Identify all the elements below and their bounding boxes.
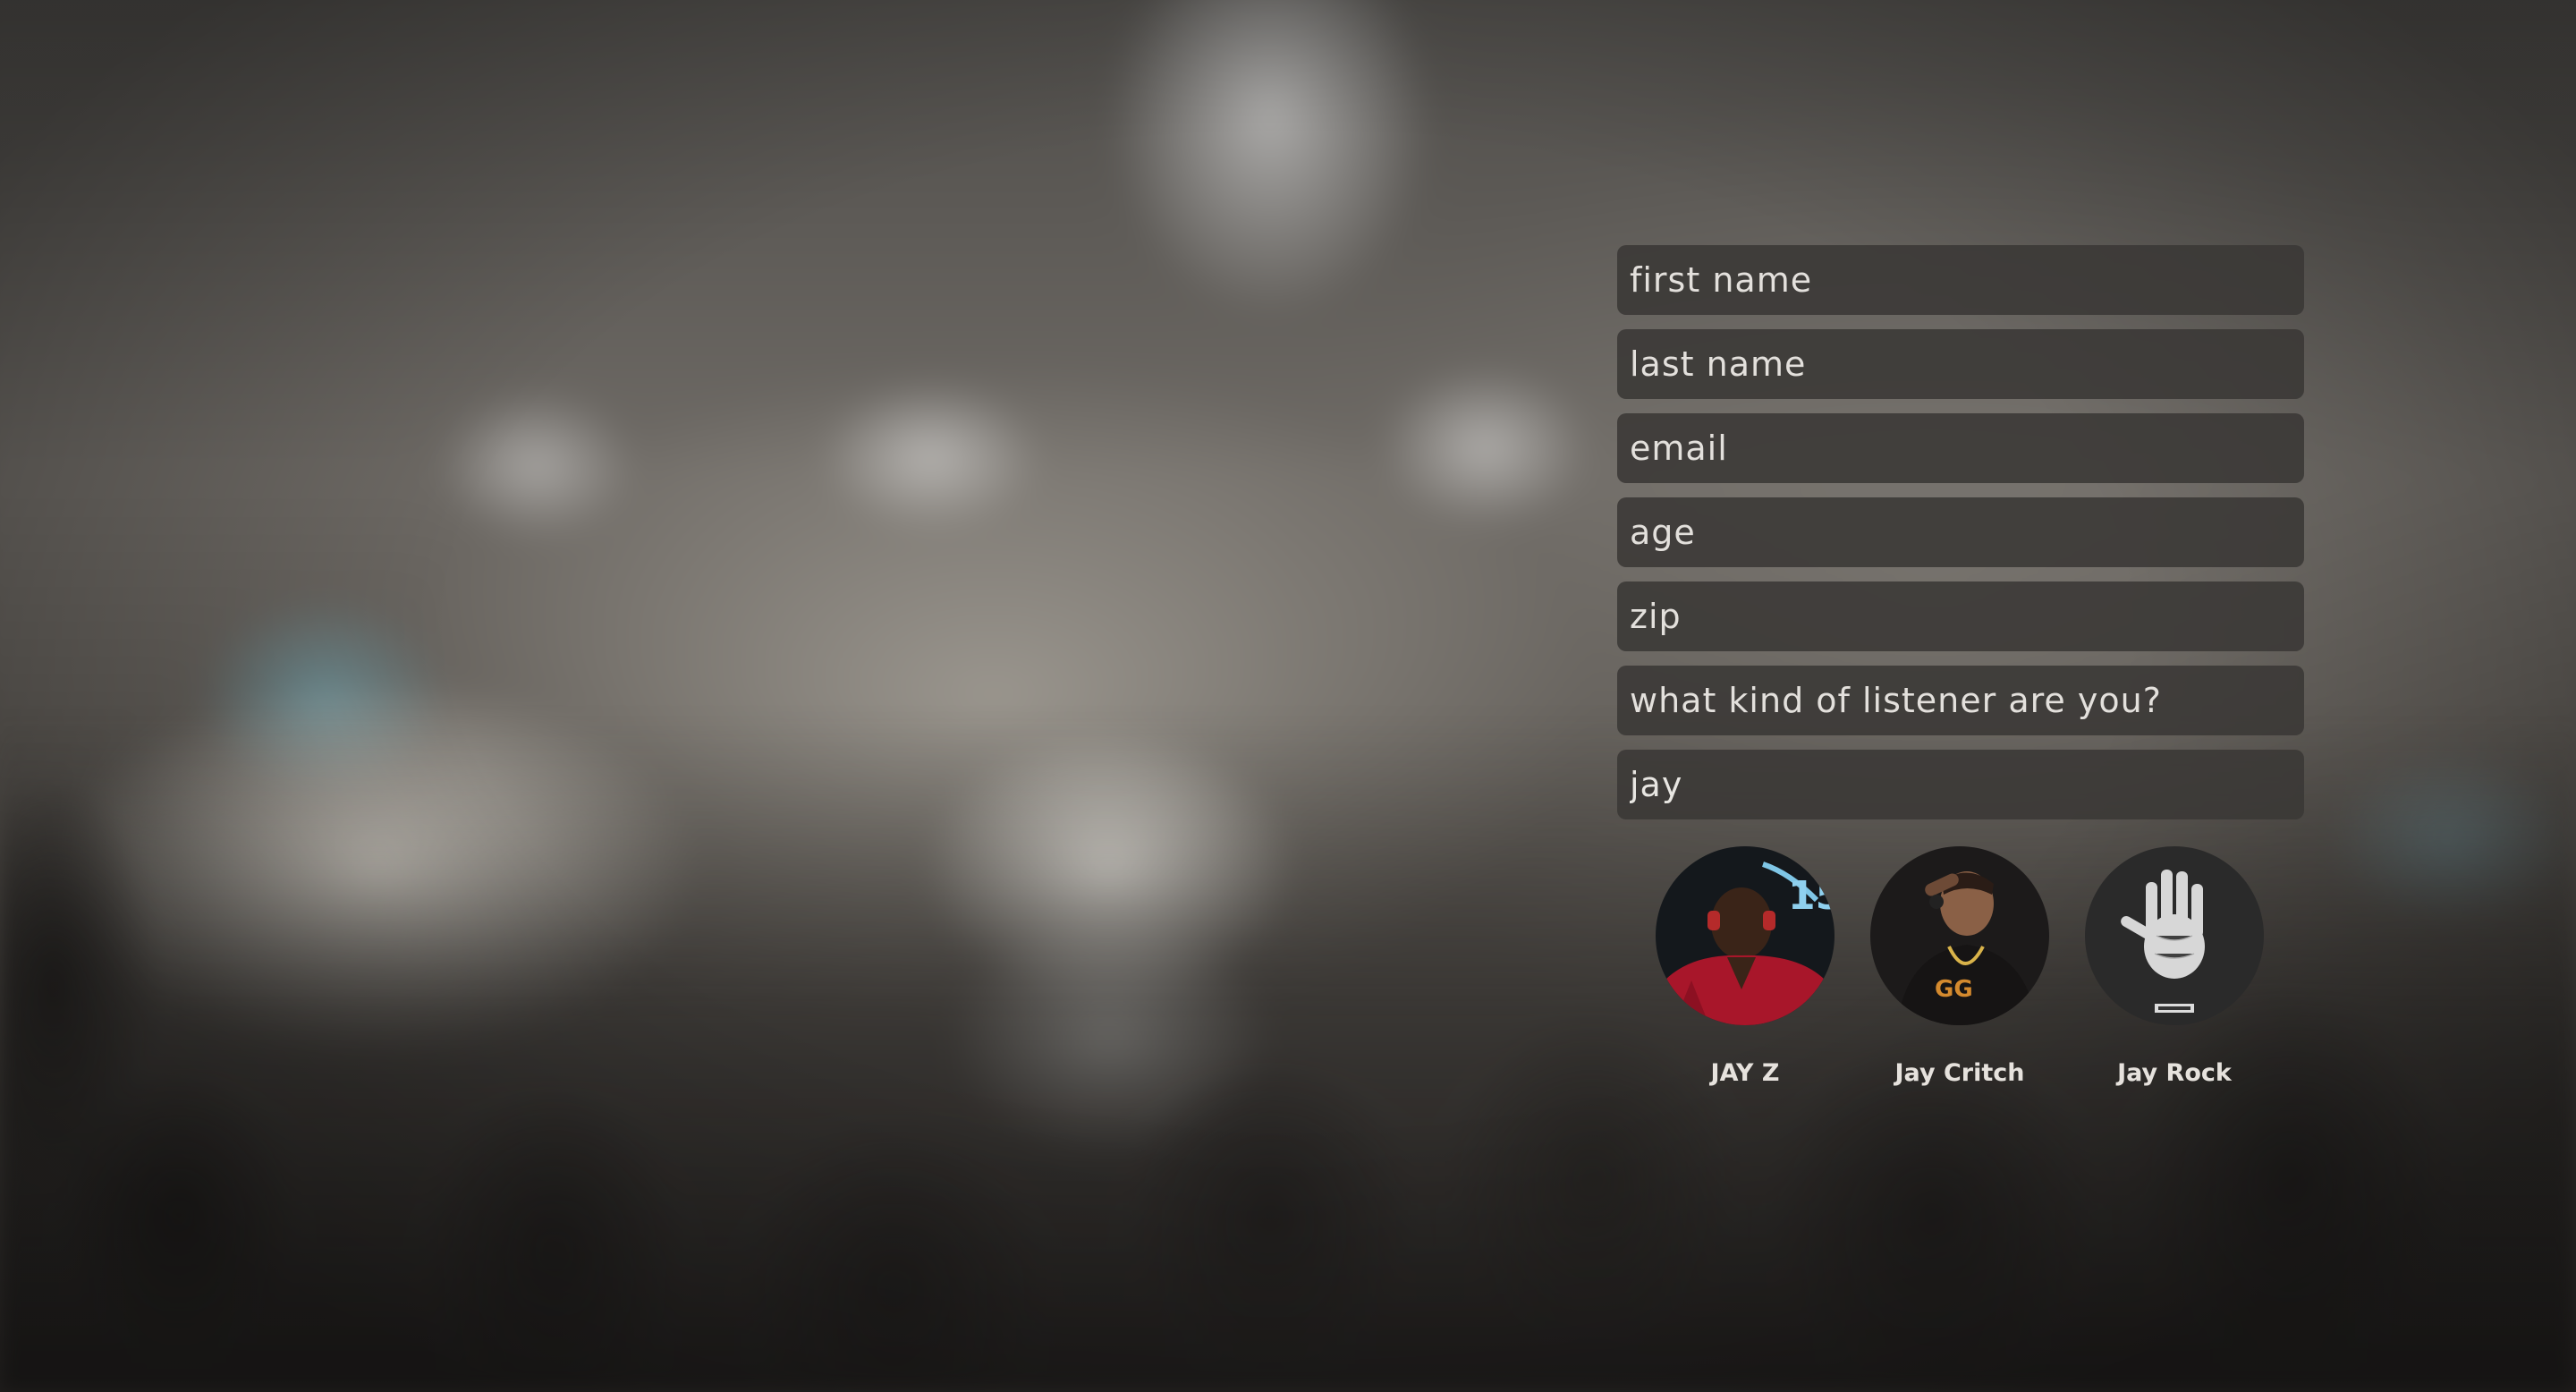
first-name-field[interactable] (1617, 245, 2304, 315)
artist-name: Jay Critch (1894, 1059, 2025, 1087)
artist-name: JAY Z (1710, 1059, 1780, 1087)
artist-result-jay-rock[interactable]: Jay Rock (2085, 846, 2264, 1087)
artist-result-jay-z[interactable]: 15 JAY Z (1656, 846, 1835, 1087)
artist-result-jay-critch[interactable]: GG Jay Critch (1870, 846, 2049, 1087)
artist-name: Jay Rock (2117, 1059, 2232, 1087)
signup-page: 15 JAY Z (0, 0, 2576, 1392)
artist-photo-jay-critch-icon: GG (1870, 846, 2049, 1025)
last-name-field[interactable] (1617, 329, 2304, 399)
artist-search-input[interactable] (1617, 750, 2304, 819)
zip-field[interactable] (1617, 581, 2304, 651)
artist-results-list: 15 JAY Z GG Jay Critch Jay Rock (1617, 846, 2304, 1097)
svg-text:15: 15 (1788, 873, 1835, 919)
email-field[interactable] (1617, 413, 2304, 483)
artist-photo-jay-rock-icon (2085, 846, 2264, 1025)
listener-signup-form (1617, 245, 2304, 834)
listener-type-field[interactable] (1617, 666, 2304, 735)
age-field[interactable] (1617, 497, 2304, 567)
artist-photo-jay-z-icon: 15 (1656, 846, 1835, 1025)
svg-text:GG: GG (1935, 976, 1973, 1003)
